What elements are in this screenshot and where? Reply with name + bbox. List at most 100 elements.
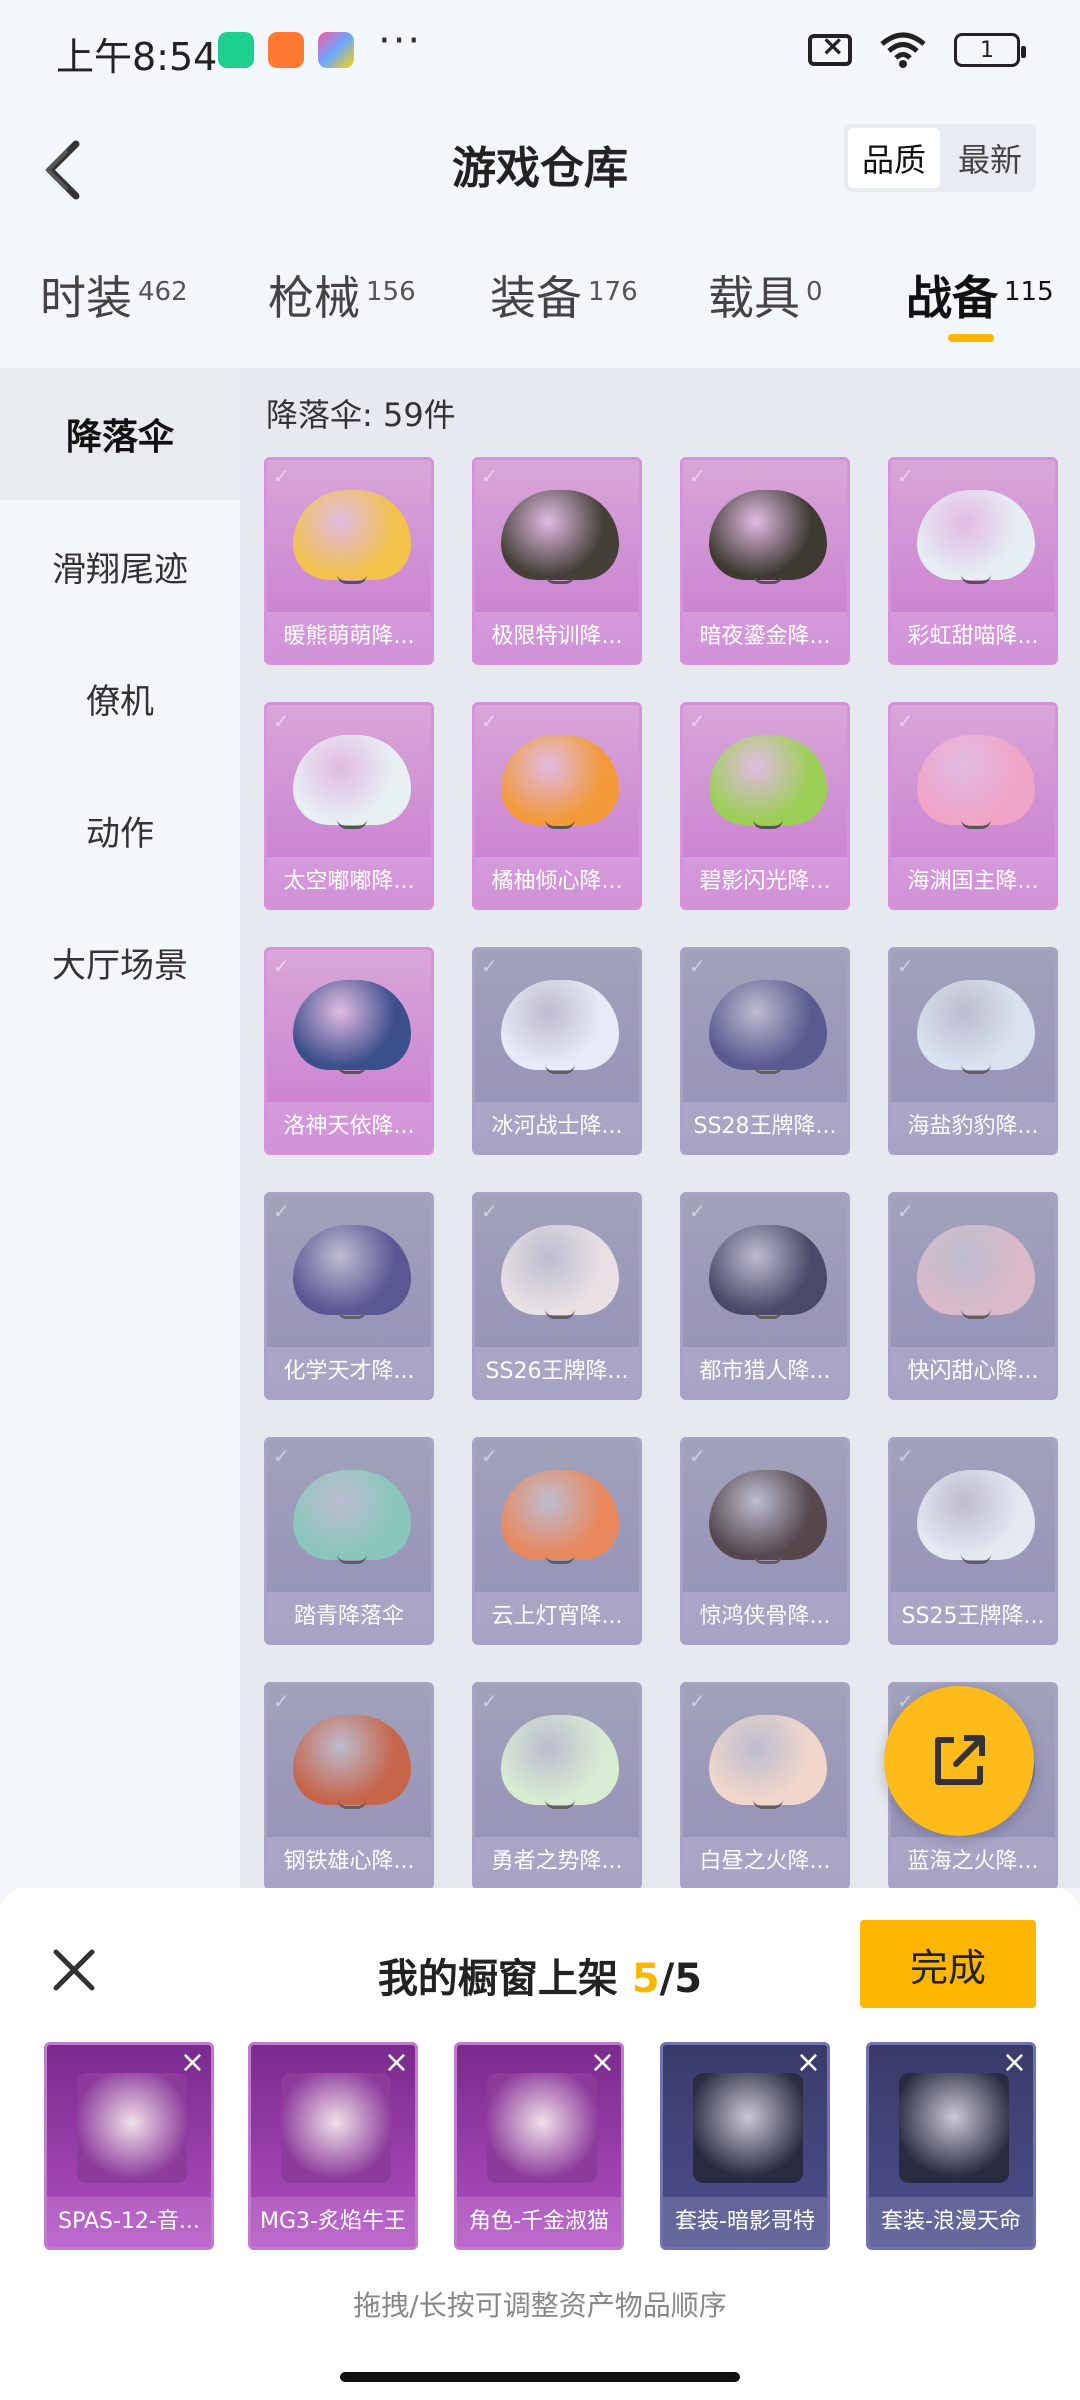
item-name: 洛神天依降... <box>267 1102 431 1152</box>
sidebar-item-emote[interactable]: 动作 <box>0 764 240 896</box>
tab-equipment[interactable]: 装备 176 <box>490 262 638 328</box>
check-icon: ✓ <box>897 464 914 488</box>
tab-label: 装备 <box>490 271 582 325</box>
check-icon: ✓ <box>689 1444 706 1468</box>
check-icon: ✓ <box>689 709 706 733</box>
showcase-item[interactable]: × 套装-暗影哥特 <box>660 2042 830 2250</box>
sidebar-item-glide-trail[interactable]: 滑翔尾迹 <box>0 500 240 632</box>
parachute-image <box>293 1225 411 1315</box>
showcase-item[interactable]: × SPAS-12-音... <box>44 2042 214 2250</box>
item-card[interactable]: ✓ 极限特训降... <box>472 457 642 665</box>
share-button[interactable] <box>884 1686 1034 1836</box>
parachute-image <box>709 490 827 580</box>
item-card[interactable]: ✓ 碧影闪光降... <box>680 702 850 910</box>
item-name: 云上灯宵降... <box>475 1592 639 1642</box>
parachute-image <box>293 1715 411 1805</box>
item-card[interactable]: ✓ 钢铁雄心降... <box>264 1682 434 1888</box>
parachute-strings <box>337 1550 367 1564</box>
check-icon: ✓ <box>273 1199 290 1223</box>
sidebar-item-lobby-scene[interactable]: 大厅场景 <box>0 896 240 1028</box>
done-button[interactable]: 完成 <box>860 1920 1036 2008</box>
status-time: 上午8:54 <box>56 35 218 79</box>
tab-fashion[interactable]: 时装 462 <box>40 262 188 328</box>
header: 游戏仓库 品质 最新 <box>0 110 1080 240</box>
item-card[interactable]: ✓ 踏青降落伞 <box>264 1437 434 1645</box>
item-card[interactable]: ✓ 橘柚倾心降... <box>472 702 642 910</box>
reorder-hint: 拖拽/长按可调整资产物品顺序 <box>353 2289 727 2322</box>
sort-newest-option[interactable]: 最新 <box>944 124 1036 192</box>
item-name: 勇者之势降... <box>475 1837 639 1887</box>
item-card[interactable]: ✓ 太空嘟嘟降... <box>264 702 434 910</box>
showcase-item[interactable]: × MG3-炙焰牛王 <box>248 2042 418 2250</box>
showcase-item[interactable]: × 套装-浪漫天命 <box>866 2042 1036 2250</box>
parachute-strings <box>545 1060 575 1074</box>
parachute-image <box>709 735 827 825</box>
tab-label: 战备 <box>906 271 998 325</box>
check-icon: ✓ <box>481 464 498 488</box>
item-card[interactable]: ✓ SS25王牌降... <box>888 1437 1058 1645</box>
item-card[interactable]: ✓ 海渊国主降... <box>888 702 1058 910</box>
showcase-sheet: 我的橱窗上架 5/5 完成 × SPAS-12-音... × MG3-炙焰牛王 × 角色-… <box>0 1888 1080 2400</box>
check-icon: ✓ <box>897 1444 914 1468</box>
battery-level: 1 <box>980 37 994 63</box>
check-icon: ✓ <box>689 464 706 488</box>
item-card[interactable]: ✓ 都市猎人降... <box>680 1192 850 1400</box>
check-icon: ✓ <box>481 1689 498 1713</box>
parachute-image <box>917 735 1035 825</box>
parachute-strings <box>545 1550 575 1564</box>
tab-count: 156 <box>366 277 416 307</box>
home-indicator[interactable] <box>340 2372 740 2382</box>
item-card[interactable]: ✓ 洛神天依降... <box>264 947 434 1155</box>
item-card[interactable]: ✓ 惊鸿侠骨降... <box>680 1437 850 1645</box>
sheet-title-total: /5 <box>659 1956 703 2002</box>
sidebar-item-wingman[interactable]: 僚机 <box>0 632 240 764</box>
item-image <box>281 2073 391 2183</box>
item-card[interactable]: ✓ 海盐豹豹降... <box>888 947 1058 1155</box>
tab-vehicles[interactable]: 载具 0 <box>708 262 823 328</box>
parachute-image <box>501 490 619 580</box>
item-card[interactable]: ✓ 快闪甜心降... <box>888 1192 1058 1400</box>
showcase-item[interactable]: × 角色-千金淑猫 <box>454 2042 624 2250</box>
check-icon: ✓ <box>689 954 706 978</box>
item-image <box>77 2073 187 2183</box>
item-card[interactable]: ✓ 白昼之火降... <box>680 1682 850 1888</box>
item-card[interactable]: ✓ 化学天才降... <box>264 1192 434 1400</box>
item-card[interactable]: ✓ 勇者之势降... <box>472 1682 642 1888</box>
active-tab-indicator <box>948 334 994 342</box>
sort-quality-option[interactable]: 品质 <box>848 128 940 188</box>
tab-battle-gear[interactable]: 战备 115 <box>906 262 1054 328</box>
parachute-strings <box>753 1795 783 1809</box>
check-icon: ✓ <box>273 709 290 733</box>
parachute-image <box>501 980 619 1070</box>
item-card[interactable]: ✓ 暖熊萌萌降... <box>264 457 434 665</box>
check-icon: ✓ <box>689 1689 706 1713</box>
check-icon: ✓ <box>273 464 290 488</box>
sidebar-item-parachute[interactable]: 降落伞 <box>0 368 240 500</box>
tab-count: 462 <box>138 277 188 307</box>
item-card[interactable]: ✓ 云上灯宵降... <box>472 1437 642 1645</box>
parachute-strings <box>961 1305 991 1319</box>
item-name: 快闪甜心降... <box>891 1347 1055 1397</box>
item-card[interactable]: ✓ SS28王牌降... <box>680 947 850 1155</box>
item-card[interactable]: ✓ 冰河战士降... <box>472 947 642 1155</box>
sheet-title-count: 5 <box>631 1956 660 2002</box>
sheet-title-text: 我的橱窗上架 <box>377 1956 632 2002</box>
parachute-strings <box>961 1060 991 1074</box>
item-card[interactable]: ✓ 彩虹甜喵降... <box>888 457 1058 665</box>
item-name: 暗夜鎏金降... <box>683 612 847 662</box>
item-card[interactable]: ✓ 暗夜鎏金降... <box>680 457 850 665</box>
category-tabs: 时装 462 枪械 156 装备 176 载具 0 战备 115 <box>0 252 1080 362</box>
item-card[interactable]: ✓ SS26王牌降... <box>472 1192 642 1400</box>
tab-guns[interactable]: 枪械 156 <box>268 262 416 328</box>
item-name: 海渊国主降... <box>891 857 1055 907</box>
tab-label: 时装 <box>40 271 132 325</box>
parachute-image <box>293 980 411 1070</box>
parachute-image <box>917 1470 1035 1560</box>
item-name: 惊鸿侠骨降... <box>683 1592 847 1642</box>
check-icon: ✓ <box>689 1199 706 1223</box>
item-name: 碧影闪光降... <box>683 857 847 907</box>
parachute-image <box>917 490 1035 580</box>
item-name: 钢铁雄心降... <box>267 1837 431 1887</box>
check-icon: ✓ <box>897 709 914 733</box>
parachute-image <box>709 1225 827 1315</box>
